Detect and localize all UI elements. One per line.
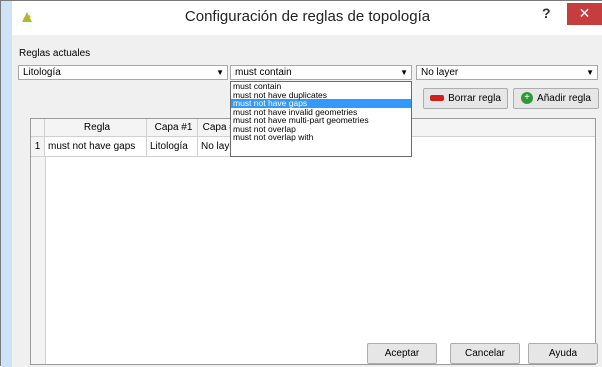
- layer2-value: No layer: [421, 67, 459, 78]
- ok-button[interactable]: Aceptar: [367, 343, 437, 364]
- layer1-combo[interactable]: Litología ▼: [18, 65, 228, 80]
- current-rules-label: Reglas actuales: [19, 48, 91, 59]
- window-left-edge: [1, 1, 12, 367]
- chevron-down-icon: ▼: [400, 68, 408, 77]
- rule-value: must contain: [235, 67, 292, 78]
- row-number[interactable]: 1: [31, 137, 45, 157]
- table-corner: [31, 119, 45, 137]
- row-header-column: [31, 157, 46, 364]
- chevron-down-icon: ▼: [586, 68, 594, 77]
- rule-combo[interactable]: must contain ▼: [230, 65, 412, 80]
- table-header[interactable]: Regla: [45, 119, 147, 137]
- layer1-value: Litología: [23, 67, 61, 78]
- table-header[interactable]: Capa #1: [147, 119, 198, 137]
- add-rule-label: Añadir regla: [537, 93, 591, 104]
- close-button[interactable]: ✕: [567, 3, 602, 25]
- layer2-combo[interactable]: No layer ▼: [416, 65, 598, 80]
- help-title-button[interactable]: ?: [542, 5, 551, 21]
- add-rule-button[interactable]: + Añadir regla: [513, 88, 599, 109]
- help-button[interactable]: Ayuda: [528, 343, 598, 364]
- chevron-down-icon: ▼: [216, 68, 224, 77]
- table-cell[interactable]: must not have gaps: [45, 137, 147, 157]
- delete-rule-label: Borrar regla: [448, 93, 501, 104]
- dropdown-item[interactable]: must not overlap with: [231, 133, 411, 142]
- add-icon: +: [521, 92, 534, 105]
- delete-rule-button[interactable]: Borrar regla: [423, 88, 508, 109]
- rule-dropdown-list[interactable]: must contain must not have duplicates mu…: [230, 81, 412, 157]
- delete-icon: [430, 95, 445, 102]
- cancel-button[interactable]: Cancelar: [450, 343, 520, 364]
- topology-rules-dialog: Configuración de reglas de topología ? ✕…: [0, 0, 602, 367]
- title-bar: Configuración de reglas de topología ? ✕: [12, 1, 602, 35]
- table-cell[interactable]: Litología: [147, 137, 198, 157]
- window-title: Configuración de reglas de topología: [184, 8, 431, 25]
